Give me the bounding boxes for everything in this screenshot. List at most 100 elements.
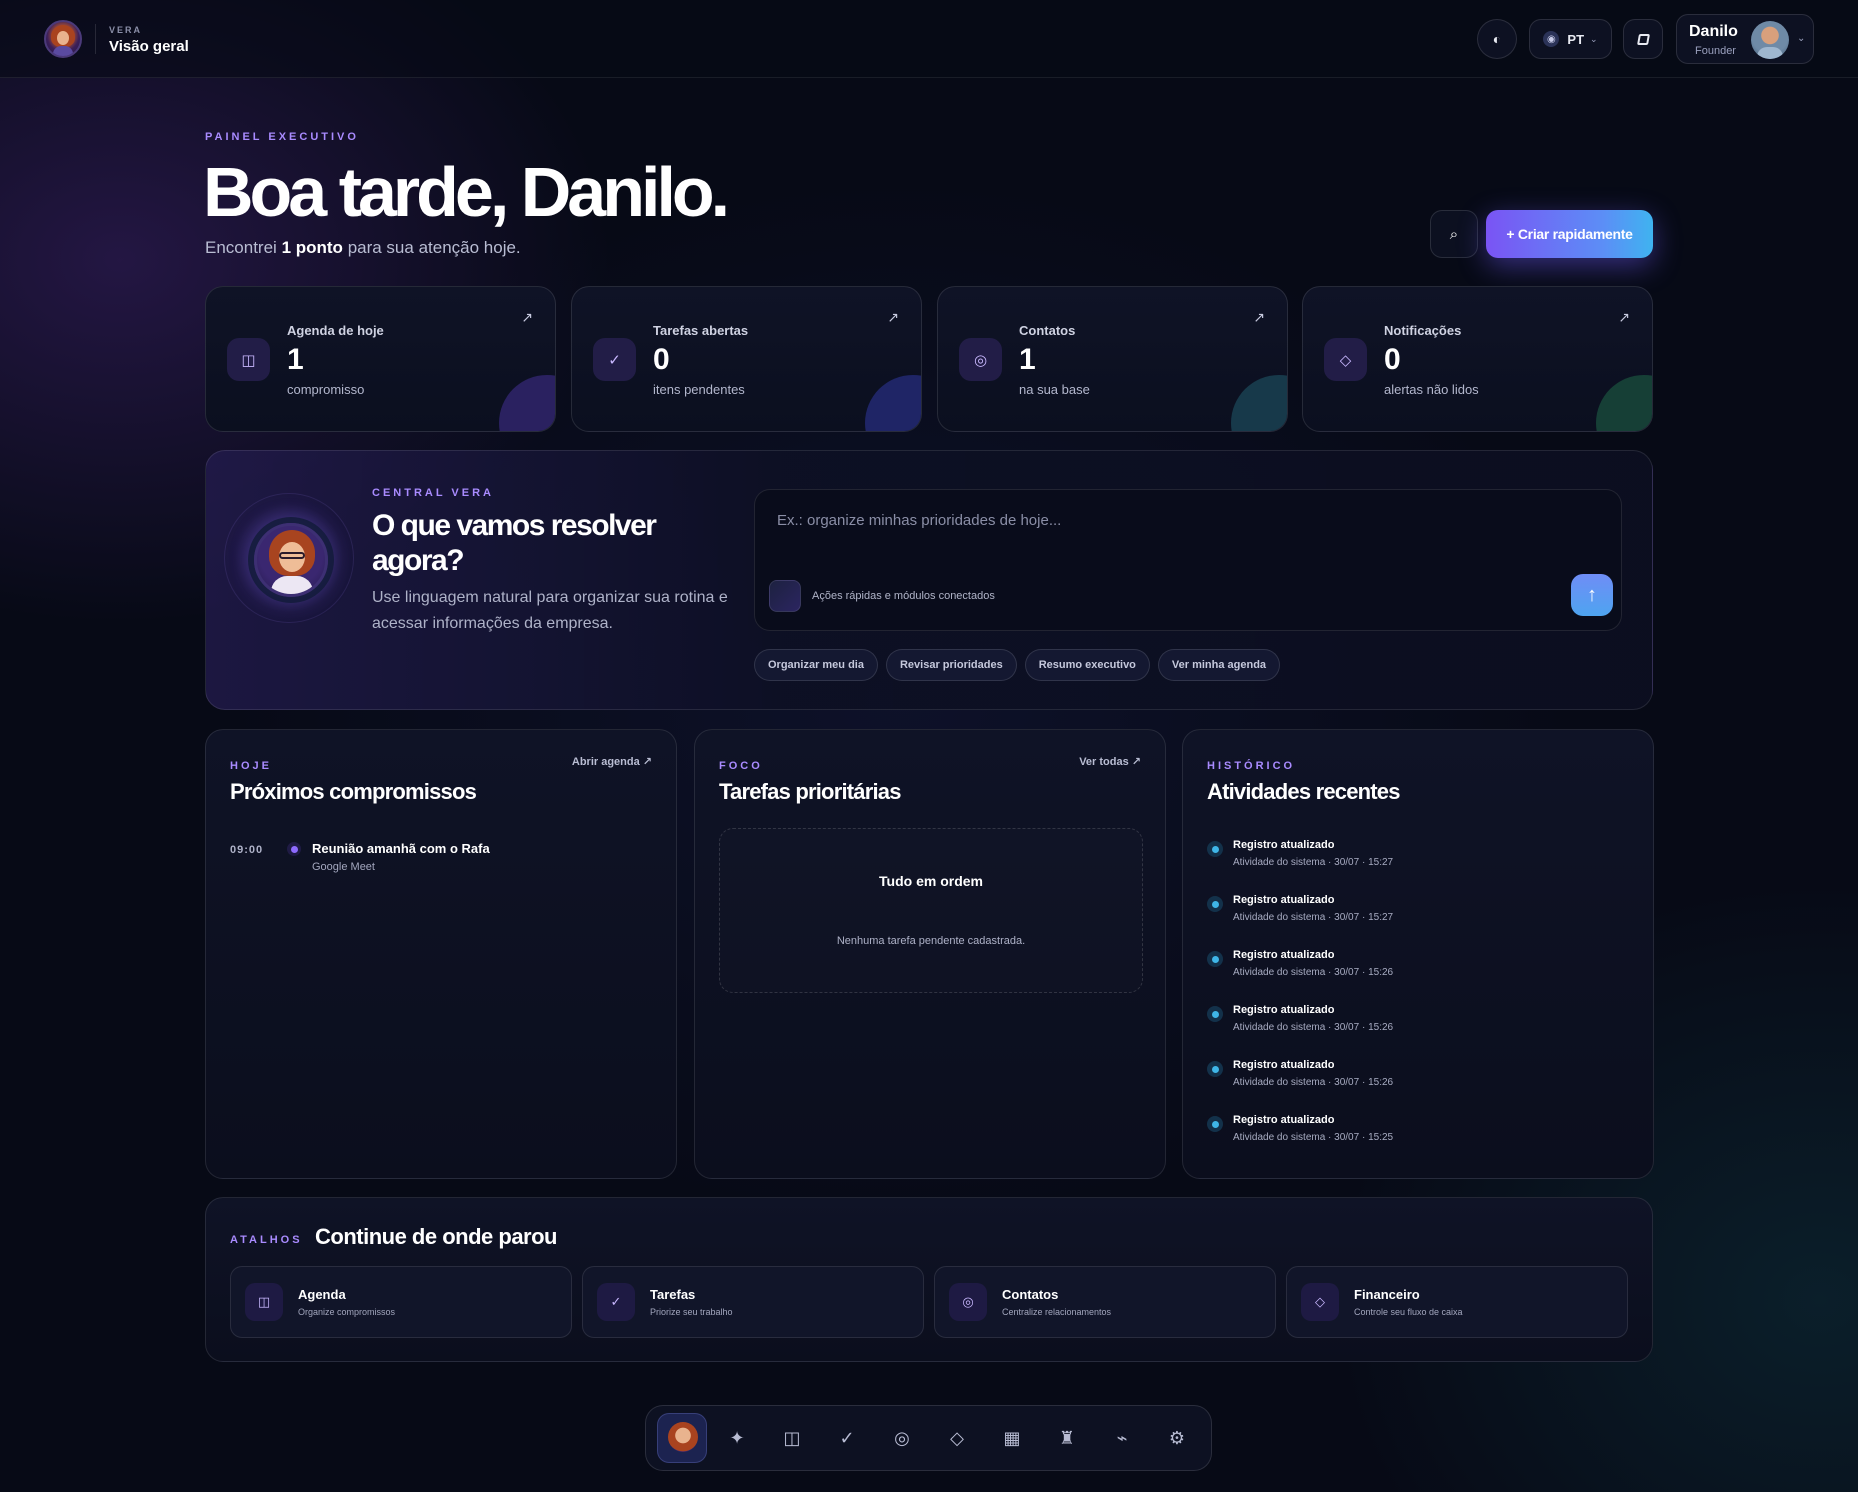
quick-create-button[interactable]: + Criar rapidamente — [1486, 210, 1653, 258]
empty-state-title: Tudo em ordem — [879, 873, 983, 889]
tower-icon[interactable]: ♜ — [1052, 1423, 1082, 1453]
panel-title: Atividades recentes — [1207, 779, 1400, 804]
suggestion-chips: Organizar meu dia Revisar prioridades Re… — [754, 649, 1281, 681]
calendar-icon[interactable]: ◫ — [777, 1423, 807, 1453]
suggestion-chip[interactable]: Ver minha agenda — [1157, 649, 1281, 681]
greeting-title: Boa tarde, Danilo. — [203, 153, 730, 231]
sparkle-icon[interactable]: ✦ — [722, 1423, 752, 1453]
arrow-up-right-icon: ↗ — [887, 309, 899, 325]
check-icon[interactable]: ✓ — [832, 1423, 862, 1453]
status-dot-icon — [1207, 896, 1223, 912]
top-bar: VERA Visão geral ◐ ◉ PT ⌄ Danilo Founder… — [0, 0, 1858, 78]
assistant-title: O que vamos resolver agora? — [372, 509, 657, 577]
diamond-icon: ◇ — [1324, 338, 1367, 381]
subtitle-text: para sua atenção hoje. — [347, 238, 521, 257]
view-all-tasks-link[interactable]: Ver todas ↗ — [1079, 755, 1141, 768]
finance-icon[interactable]: ◇ — [942, 1423, 972, 1453]
brand-kicker: VERA — [109, 25, 143, 35]
activity-icon[interactable]: ⌁ — [1107, 1423, 1137, 1453]
activity-title: Registro atualizado — [1233, 1059, 1335, 1071]
shortcut-finance[interactable]: ◇ Financeiro Controle seu fluxo de caixa — [1286, 1266, 1628, 1338]
section-kicker: ATALHOS — [230, 1234, 303, 1246]
language-selector[interactable]: ◉ PT ⌄ — [1529, 19, 1612, 59]
grid-icon[interactable]: ▦ — [997, 1423, 1027, 1453]
stat-label: Agenda de hoje — [287, 323, 384, 338]
stat-value: 0 — [1384, 343, 1401, 376]
appointment-location: Google Meet — [312, 861, 375, 873]
suggestion-chip[interactable]: Revisar prioridades — [885, 649, 1017, 681]
vera-assistant-panel: CENTRAL VERA O que vamos resolver agora?… — [205, 450, 1653, 710]
user-role: Founder — [1695, 45, 1736, 57]
stat-card-agenda[interactable]: ◫ Agenda de hoje 1 compromisso ↗ — [205, 286, 556, 432]
note-icon — [1636, 33, 1650, 45]
settings-icon[interactable]: ⚙ — [1162, 1423, 1192, 1453]
shortcuts-panel: ATALHOS Continue de onde parou ◫ Agenda … — [205, 1197, 1653, 1362]
shortcut-tasks[interactable]: ✓ Tarefas Priorize seu trabalho — [582, 1266, 924, 1338]
notes-button[interactable] — [1623, 19, 1663, 59]
activity-item[interactable]: Registro atualizado Atividade do sistema… — [1207, 949, 1627, 993]
send-button[interactable]: ↑ — [1571, 574, 1613, 616]
shortcut-name: Tarefas — [650, 1287, 696, 1302]
modules-icon[interactable] — [769, 580, 801, 612]
stat-description: alertas não lidos — [1384, 382, 1479, 397]
section-kicker: HOJE — [230, 760, 272, 772]
activity-item[interactable]: Registro atualizado Atividade do sistema… — [1207, 1114, 1627, 1158]
stat-value: 1 — [1019, 343, 1036, 376]
status-dot-icon — [1207, 1116, 1223, 1132]
divider — [95, 24, 96, 54]
section-kicker: HISTÓRICO — [1207, 760, 1296, 772]
search-button[interactable]: ⌕ — [1430, 210, 1478, 258]
activity-subtitle: Atividade do sistema · 30/07 · 15:27 — [1233, 857, 1394, 868]
upcoming-appointments-panel: HOJE Próximos compromissos Abrir agenda … — [205, 729, 677, 1179]
theme-toggle-button[interactable]: ◐ — [1477, 19, 1517, 59]
activity-item[interactable]: Registro atualizado Atividade do sistema… — [1207, 1059, 1627, 1103]
activity-title: Registro atualizado — [1233, 949, 1335, 961]
stat-value: 1 — [287, 343, 304, 376]
shortcut-agenda[interactable]: ◫ Agenda Organize compromissos — [230, 1266, 572, 1338]
status-dot-icon — [1207, 841, 1223, 857]
contacts-icon[interactable]: ◎ — [887, 1423, 917, 1453]
prompt-input[interactable] — [777, 512, 1577, 529]
stat-card-tasks[interactable]: ✓ Tarefas abertas 0 itens pendentes ↗ — [571, 286, 922, 432]
activity-item[interactable]: Registro atualizado Atividade do sistema… — [1207, 839, 1627, 883]
check-icon: ✓ — [593, 338, 636, 381]
decorative-glow — [1231, 375, 1287, 431]
check-icon: ✓ — [597, 1283, 635, 1321]
panel-title: Próximos compromissos — [230, 779, 477, 804]
activity-subtitle: Atividade do sistema · 30/07 · 15:25 — [1233, 1132, 1394, 1143]
activity-subtitle: Atividade do sistema · 30/07 · 15:26 — [1233, 967, 1394, 978]
page-title: Visão geral — [109, 38, 189, 55]
suggestion-chip[interactable]: Resumo executivo — [1024, 649, 1150, 681]
quick-actions-label: Ações rápidas e módulos conectados — [812, 590, 995, 602]
assistant-description: Use linguagem natural para organizar sua… — [372, 589, 728, 632]
panel-title: Continue de onde parou — [315, 1224, 558, 1249]
activity-title: Registro atualizado — [1233, 1114, 1335, 1126]
section-kicker: CENTRAL VERA — [372, 487, 494, 499]
activity-item[interactable]: Registro atualizado Atividade do sistema… — [1207, 1004, 1627, 1048]
chevron-down-icon: ⌄ — [1797, 33, 1806, 44]
shortcut-contacts[interactable]: ◎ Contatos Centralize relacionamentos — [934, 1266, 1276, 1338]
empty-state: Tudo em ordem Nenhuma tarefa pendente ca… — [719, 828, 1143, 993]
arrow-up-right-icon: ↗ — [1253, 309, 1265, 325]
shortcut-name: Agenda — [298, 1287, 346, 1302]
shortcut-name: Financeiro — [1354, 1287, 1420, 1302]
vera-avatar[interactable] — [44, 20, 82, 58]
status-dot-icon — [1207, 1061, 1223, 1077]
stat-card-contacts[interactable]: ◎ Contatos 1 na sua base ↗ — [937, 286, 1288, 432]
chevron-down-icon: ⌄ — [1590, 33, 1598, 44]
section-kicker: FOCO — [719, 760, 763, 772]
stat-card-notifications[interactable]: ◇ Notificações 0 alertas não lidos ↗ — [1302, 286, 1653, 432]
globe-icon: ◉ — [1543, 31, 1560, 47]
activity-subtitle: Atividade do sistema · 30/07 · 15:27 — [1233, 912, 1394, 923]
vera-dock-button[interactable] — [657, 1413, 707, 1463]
prompt-box: Ações rápidas e módulos conectados ↑ — [754, 489, 1622, 631]
user-menu[interactable]: Danilo Founder ⌄ — [1676, 14, 1814, 64]
search-icon: ⌕ — [1449, 225, 1459, 243]
activity-item[interactable]: Registro atualizado Atividade do sistema… — [1207, 894, 1627, 938]
suggestion-chip[interactable]: Organizar meu dia — [754, 649, 878, 681]
arrow-up-right-icon: ↗ — [1618, 309, 1630, 325]
contacts-icon: ◎ — [949, 1283, 987, 1321]
open-agenda-link[interactable]: Abrir agenda ↗ — [572, 755, 652, 768]
calendar-icon: ◫ — [227, 338, 270, 381]
calendar-icon: ◫ — [245, 1283, 283, 1321]
